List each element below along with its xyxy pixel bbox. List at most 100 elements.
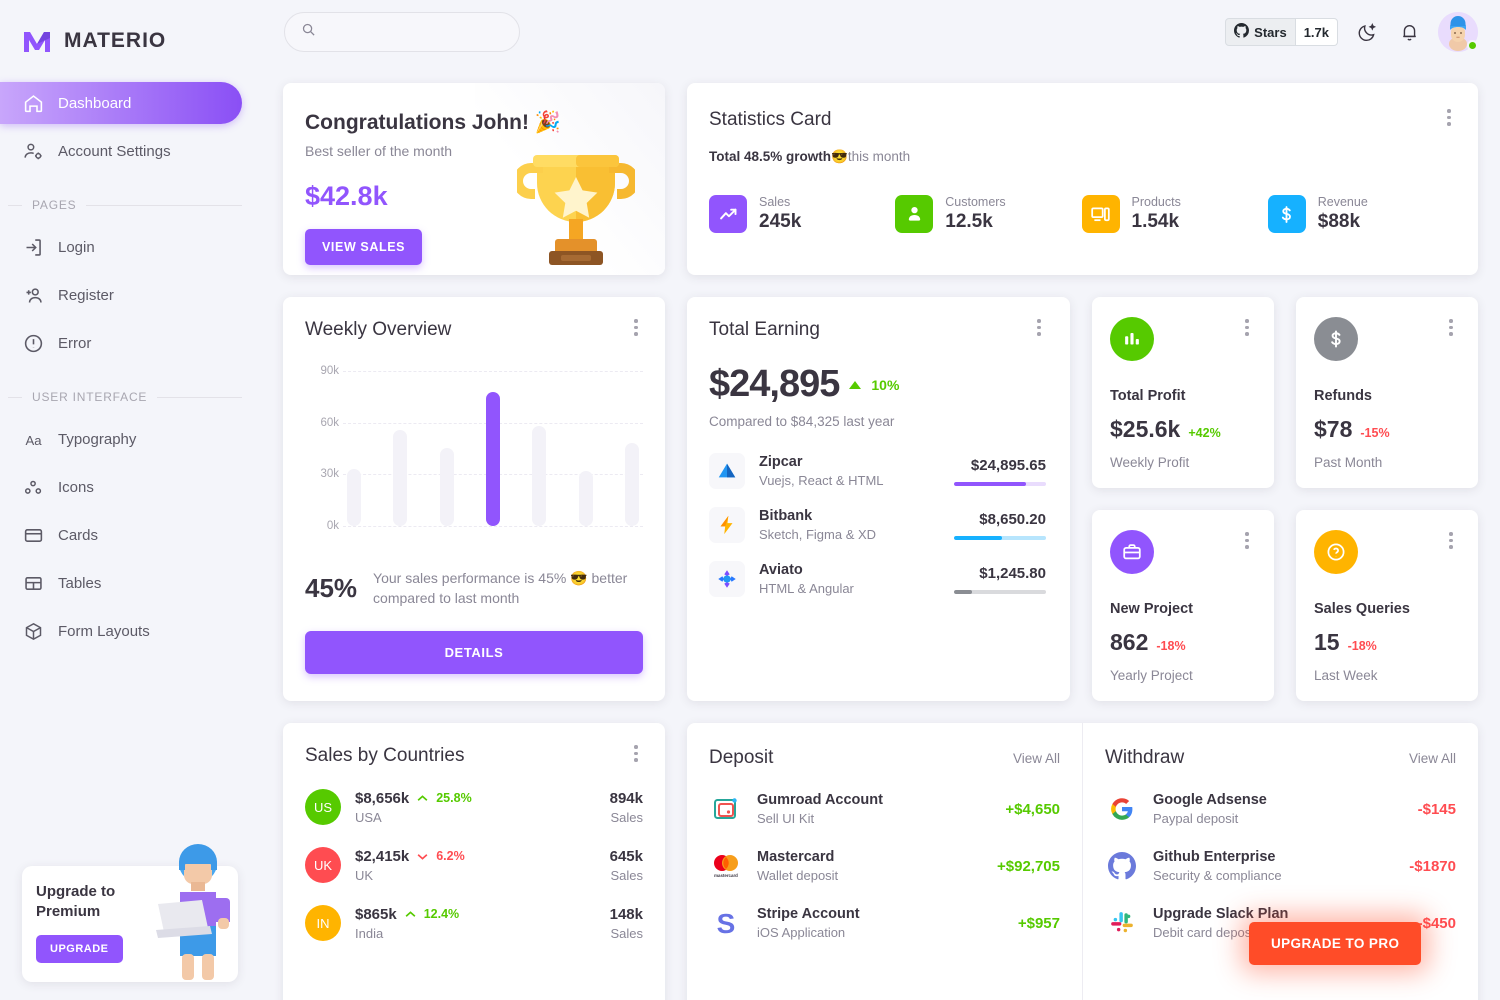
weekly-bar-chart: 0k 30k 60k 90k: [305, 365, 643, 546]
chart-y-tick: 60k: [320, 416, 339, 429]
deposit-title: Deposit: [709, 747, 774, 768]
upgrade-to-pro-button[interactable]: UPGRADE TO PRO: [1249, 922, 1422, 965]
upgrade-button[interactable]: UPGRADE: [36, 934, 123, 963]
svg-text:S: S: [717, 908, 736, 938]
sidebar-item-label: Register: [58, 286, 114, 304]
top-header: Stars 1.7k: [260, 0, 1500, 64]
country-change: 12.4%: [423, 907, 460, 921]
sidebar-item-account-settings[interactable]: Account Settings: [0, 130, 242, 172]
chart-bar[interactable]: [624, 443, 639, 526]
card-menu-icon[interactable]: [1238, 319, 1256, 336]
sidebar-item-form-layouts[interactable]: Form Layouts: [0, 610, 242, 652]
briefcase-icon: [1110, 530, 1154, 574]
earning-right: $8,650.20: [954, 511, 1046, 540]
mini-value-row: 862 -18%: [1110, 629, 1256, 656]
country-amount: $865k: [355, 905, 397, 923]
details-button[interactable]: DETAILS: [305, 630, 643, 674]
sidebar-item-typography[interactable]: Aa Typography: [0, 418, 242, 460]
mini-value: 862: [1110, 629, 1149, 655]
chart-bar[interactable]: [347, 469, 361, 526]
total-earning-card: Total Earning $24,895 10% Compared to $8…: [687, 297, 1070, 701]
statistics-growth: Total 48.5% growth😎this month: [709, 149, 1454, 165]
earning-desc: Vuejs, React & HTML: [759, 473, 884, 488]
github-stars-left[interactable]: Stars: [1225, 18, 1296, 46]
country-name: USA: [355, 809, 382, 825]
mini-delta: +42%: [1188, 426, 1221, 440]
sidebar-item-cards[interactable]: Cards: [0, 514, 242, 556]
section-label: PAGES: [32, 198, 77, 212]
weekly-performance: 45% Your sales performance is 45% 😎 bett…: [305, 568, 643, 609]
stat-label: Sales: [759, 195, 791, 209]
earning-list: Zipcar Vuejs, React & HTML $24,895.65 Bi…: [709, 453, 1046, 597]
statistics-menu-icon[interactable]: [1440, 109, 1458, 126]
chart-bar[interactable]: [532, 426, 547, 526]
country-change: 6.2%: [436, 849, 465, 863]
sidebar-item-label: Error: [58, 334, 92, 352]
earning-menu-icon[interactable]: [1030, 319, 1048, 336]
sidebar-item-icons[interactable]: Icons: [0, 466, 242, 508]
chart-bar[interactable]: [393, 430, 408, 526]
list-item: Aviato HTML & Angular $1,245.80: [709, 561, 1046, 597]
notifications-button[interactable]: [1396, 19, 1422, 45]
chart-bar[interactable]: [578, 471, 593, 526]
weekly-description: Your sales performance is 45% 😎 better c…: [373, 570, 628, 607]
deposit-name: Mastercard: [757, 849, 835, 865]
deposit-name: Stripe Account: [757, 906, 860, 922]
sidebar-item-login[interactable]: Login: [0, 226, 242, 268]
typography-icon: Aa: [22, 428, 44, 450]
country-top: $8,656k 25.8%: [355, 790, 472, 807]
mini-title: New Project: [1110, 601, 1193, 617]
svg-text:mastercard: mastercard: [714, 873, 738, 878]
chart-bar[interactable]: [485, 392, 500, 526]
search-input[interactable]: [324, 24, 503, 40]
sidebar-item-dashboard[interactable]: Dashboard: [0, 82, 242, 124]
sidebar-item-label: Cards: [58, 526, 99, 544]
card-menu-icon[interactable]: [1238, 532, 1256, 549]
view-sales-button[interactable]: VIEW SALES: [305, 229, 423, 265]
mini-value: 15: [1314, 629, 1340, 655]
countries-title: Sales by Countries: [305, 745, 465, 766]
chart-bar[interactable]: [439, 448, 454, 526]
bitbank-logo-icon: [709, 507, 745, 543]
mini-title: Refunds: [1314, 388, 1372, 404]
sidebar-item-register[interactable]: Register: [0, 274, 242, 316]
sidebar-section-user-interface: USER INTERFACE: [0, 370, 260, 412]
earning-value: $24,895.65: [970, 456, 1046, 474]
sidebar-item-error[interactable]: Error: [0, 322, 242, 364]
sidebar-item-label: Icons: [58, 478, 94, 496]
deposit-view-all-link[interactable]: View All: [1013, 751, 1060, 766]
mini-subtitle: Yearly Project: [1110, 668, 1193, 683]
card-menu-icon[interactable]: [1442, 319, 1460, 336]
stat-item-sales: Sales 245k: [709, 195, 895, 233]
dark-mode-toggle[interactable]: [1354, 19, 1380, 45]
withdraw-amount: -$145: [1417, 800, 1456, 818]
dashboard-page: MATERIO Dashboard Account Settings PAGES: [0, 0, 1500, 1000]
user-avatar[interactable]: [1438, 12, 1478, 52]
github-stars-badge[interactable]: Stars 1.7k: [1225, 18, 1338, 46]
weekly-menu-icon[interactable]: [627, 319, 645, 336]
sidebar-item-tables[interactable]: Tables: [0, 562, 242, 604]
deposit-section: Deposit View All Gumroad Account Sell UI…: [687, 723, 1083, 1000]
deposit-amount: +$4,650: [1005, 800, 1060, 818]
mini-cards-column: Total Profit $25.6k +42% Weekly Profit R…: [1092, 297, 1478, 701]
brand[interactable]: MATERIO: [0, 0, 260, 64]
earning-name: Zipcar: [759, 454, 803, 470]
countries-menu-icon[interactable]: [627, 745, 645, 762]
country-right: 645k Sales: [610, 848, 643, 883]
sales-queries-card: Sales Queries 15 -18% Last Week: [1296, 510, 1478, 701]
card-menu-icon[interactable]: [1442, 532, 1460, 549]
login-icon: [22, 236, 44, 258]
country-name: India: [355, 925, 384, 941]
statistics-items: Sales 245k Customers 12.5k Products 1.54…: [709, 195, 1454, 233]
help-icon: [1314, 530, 1358, 574]
search-box[interactable]: [284, 12, 520, 52]
main-content: Congratulations John! 🎉 Best seller of t…: [260, 64, 1500, 1000]
country-top: $865k 12.4%: [355, 906, 459, 923]
withdraw-view-all-link[interactable]: View All: [1409, 751, 1456, 766]
mini-value: $78: [1314, 416, 1353, 442]
stat-value: $88k: [1317, 211, 1361, 232]
chart-y-tick: 90k: [320, 365, 339, 377]
withdraw-desc: Security & compliance: [1153, 868, 1282, 883]
total-profit-card: Total Profit $25.6k +42% Weekly Profit: [1092, 297, 1274, 488]
earning-compared: Compared to $84,325 last year: [709, 414, 895, 429]
